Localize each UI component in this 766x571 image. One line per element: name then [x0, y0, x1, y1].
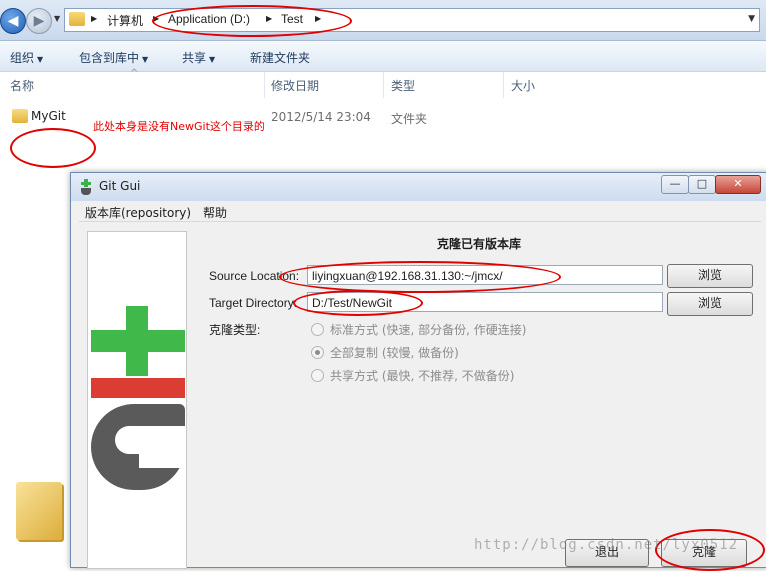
git-logo-icon — [81, 179, 91, 195]
form-title: 克隆已有版本库 — [437, 237, 522, 251]
logo-red-bar — [91, 378, 185, 398]
radio-icon — [311, 323, 324, 336]
clone-option-shared[interactable]: 共享方式 (最快, 不推荐, 不做备份) — [311, 367, 514, 384]
breadcrumb-computer[interactable]: 计算机 — [107, 12, 143, 29]
window-title: Git Gui — [99, 179, 141, 193]
folder-icon — [12, 109, 28, 123]
back-button[interactable]: ◀ — [0, 8, 26, 34]
back-arrow-icon: ◀ — [7, 13, 19, 29]
chevron-right-icon: ▶ — [91, 14, 98, 23]
address-dropdown-icon[interactable]: ▼ — [748, 14, 755, 24]
annotation-ellipse — [152, 5, 352, 37]
share-button[interactable]: 共享 ▼ — [182, 49, 215, 66]
forward-button[interactable]: ▶ — [26, 8, 52, 34]
maximize-button[interactable]: □ — [688, 175, 716, 194]
logo-g-shape — [91, 404, 185, 490]
clone-option-standard[interactable]: 标准方式 (快速, 部分备份, 作硬连接) — [311, 321, 526, 338]
annotation-ellipse — [279, 261, 561, 293]
menu-help[interactable]: 帮助 — [203, 204, 227, 221]
annotation-ellipse — [293, 290, 423, 316]
file-type: 文件夹 — [391, 112, 428, 126]
clone-type-label: 克隆类型: — [209, 323, 261, 337]
minimize-button[interactable]: — — [661, 175, 689, 194]
logo-plus-horizontal — [91, 330, 185, 352]
column-name[interactable]: 名称 — [10, 72, 265, 98]
watermark: http://blog.csdn.net/lyx0512 — [474, 537, 739, 553]
column-date[interactable]: 修改日期 — [271, 72, 384, 98]
browse-source-button[interactable]: 浏览 — [667, 264, 753, 288]
organize-button[interactable]: 组织 ▼ — [10, 49, 43, 66]
column-type[interactable]: 类型 — [391, 72, 504, 98]
folder-icon — [69, 12, 85, 26]
explorer-toolbar: 组织 ▼ 包含到库中 ▼ 共享 ▼ 新建文件夹 — [0, 41, 766, 72]
radio-icon — [311, 346, 324, 359]
title-bar: Git Gui — □ ✕ — [71, 173, 766, 201]
column-size[interactable]: 大小 — [511, 72, 591, 98]
address-bar: ◀ ▶ ▼ ▶ 计算机 ▶ Application (D:) ▶ Test ▶ … — [0, 0, 766, 41]
forward-arrow-icon: ▶ — [33, 13, 45, 29]
clone-option-full[interactable]: 全部复制 (较慢, 做备份) — [311, 344, 459, 361]
git-logo-panel — [87, 231, 187, 569]
radio-icon — [311, 369, 324, 382]
annotation-ellipse — [10, 128, 96, 168]
include-library-button[interactable]: 包含到库中 ▼ — [79, 49, 148, 66]
target-label: Target Directory: — [209, 296, 298, 310]
close-button[interactable]: ✕ — [715, 175, 761, 194]
new-folder-button[interactable]: 新建文件夹 — [250, 49, 310, 66]
git-gui-window: Git Gui — □ ✕ 版本库(repository) 帮助 克隆已有版本库… — [70, 172, 766, 571]
large-folder-icon — [16, 482, 62, 540]
annotation-text: 此处本身是没有NewGit这个目录的 — [93, 120, 265, 133]
file-date: 2012/5/14 23:04 — [271, 110, 371, 124]
menu-repository[interactable]: 版本库(repository) — [85, 204, 191, 221]
history-dropdown-icon[interactable]: ▼ — [54, 14, 60, 23]
browse-target-button[interactable]: 浏览 — [667, 292, 753, 316]
file-name: MyGit — [31, 109, 66, 123]
menu-bar: 版本库(repository) 帮助 — [79, 202, 761, 222]
